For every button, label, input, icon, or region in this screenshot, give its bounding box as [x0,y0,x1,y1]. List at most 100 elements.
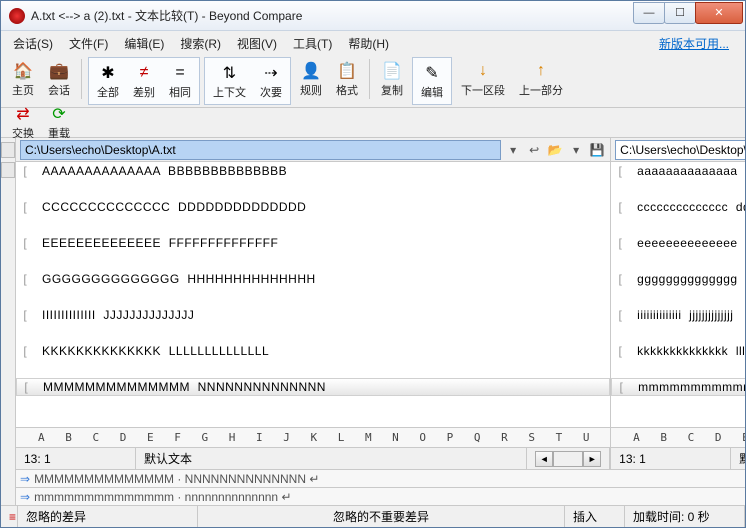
arrow-up-icon: ↑ [531,61,551,81]
left-open-icon[interactable]: 📂 [546,141,564,159]
menu-file[interactable]: 文件(F) [63,32,114,55]
text-line: eeeeeeeeeeeeee ffffffffffffff [629,236,745,250]
menu-view[interactable]: 视图(V) [231,32,283,55]
text-line: AAAAAAAAAAAAAA BBBBBBBBBBBBBB [34,164,287,178]
copy-icon: 📄 [382,61,402,81]
left-ruler: A B C D E F G H I J K L M N O P Q R S T … [16,427,610,447]
right-content[interactable]: [aaaaaaaaaaaaaa bbbbbbbbbbbbbb [cccccccc… [611,162,745,427]
left-mode: 默认文本 [136,448,527,469]
home-button[interactable]: 🏠主页 [5,57,41,101]
window-title: A.txt <--> a (2).txt - 文本比较(T) - Beyond … [31,7,634,24]
swap-button[interactable]: ⇄交换 [5,109,41,137]
text-line: IIIIIIIIIIIIII JJJJJJJJJJJJJJ [34,308,194,322]
menubar: 会话(S) 文件(F) 编辑(E) 搜索(R) 视图(V) 工具(T) 帮助(H… [1,31,745,55]
context-group: ⇅上下文 ⇢次要 [204,57,291,105]
text-line: KKKKKKKKKKKKKK LLLLLLLLLLLLLL [34,344,269,358]
right-ruler: A B C D E F G H I J K L M N O P Q R S T … [611,427,745,447]
status-ignored: 忽略的差异 [18,506,198,527]
equal-icon: = [170,63,190,83]
right-cursor-pos: 13: 1 [611,448,731,469]
text-line: mmmmmmmmmmmmmm nnnnnnnnnnnnnn [630,380,745,394]
arrow-right-icon: ⇒ [20,472,30,486]
left-history-icon[interactable]: ↩ [525,141,543,159]
menu-search[interactable]: 搜索(R) [174,32,227,55]
minor-button[interactable]: ⇢次要 [253,59,289,103]
context-icon: ⇅ [220,63,240,83]
reload-button[interactable]: ⟳重载 [41,109,77,137]
thumbnail-gutter[interactable] [1,138,16,505]
statusbar: ≡ 忽略的差异 忽略的不重要差异 插入 加载时间: 0 秒 [1,505,745,527]
app-window: A.txt <--> a (2).txt - 文本比较(T) - Beyond … [0,0,746,528]
edit-group: ✎编辑 [412,57,452,105]
left-dropdown-icon[interactable]: ▾ [504,141,522,159]
toolbar-secondary: ⇄交换 ⟳重载 [1,108,745,138]
session-button[interactable]: 💼会话 [41,57,77,101]
rules-button[interactable]: 👤规则 [293,57,329,101]
text-line: iiiiiiiiiiiiii jjjjjjjjjjjjjj [629,308,733,322]
same-button[interactable]: =相同 [162,59,198,103]
status-ignored-minor: 忽略的不重要差异 [198,506,565,527]
filter-group: ✱全部 ≠差别 =相同 [88,57,200,105]
format-icon: 📋 [337,61,357,81]
text-line: gggggggggggggg hhhhhhhhhhhhhh [629,272,745,286]
new-version-link[interactable]: 新版本可用... [659,35,739,52]
left-pane: ▾ ↩ 📂 ▾ 💾 [AAAAAAAAAAAAAA BBBBBBBBBBBBBB… [16,138,611,469]
diff-marker-icon: ≡ [1,506,18,527]
prev-section-button[interactable]: ↑上一部分 [512,57,570,101]
text-line: EEEEEEEEEEEEEE FFFFFFFFFFFFFF [34,236,278,250]
toolbar-main: 🏠主页 💼会话 ✱全部 ≠差别 =相同 ⇅上下文 ⇢次要 👤规则 📋格式 📄复制… [1,55,745,108]
main-area: ▾ ↩ 📂 ▾ 💾 [AAAAAAAAAAAAAA BBBBBBBBBBBBBB… [1,138,745,505]
menu-tools[interactable]: 工具(T) [287,32,338,55]
right-mode: 默认文本 [731,448,745,469]
thumbnail-icon [1,142,15,158]
swap-icon: ⇄ [13,104,33,124]
menu-help[interactable]: 帮助(H) [342,32,395,55]
arrow-down-icon: ↓ [473,61,493,81]
home-icon: 🏠 [13,61,33,81]
diff-detail-row-2: ⇒mmmmmmmmmmmmmm · nnnnnnnnnnnnnn ↵ [16,487,745,505]
right-pathbar: ▾ ↩ 📂 ▾ 💾 [611,138,745,162]
left-dropdown2-icon[interactable]: ▾ [567,141,585,159]
text-line: MMMMMMMMMMMMMM NNNNNNNNNNNNNN [35,380,326,394]
left-cursor-pos: 13: 1 [16,448,136,469]
arrow-right-icon: ⇒ [20,490,30,504]
copy-button[interactable]: 📄复制 [374,57,410,101]
right-pane: ▾ ↩ 📂 ▾ 💾 [aaaaaaaaaaaaaa bbbbbbbbbbbbbb… [611,138,745,469]
menu-session[interactable]: 会话(S) [7,32,59,55]
referee-icon: 👤 [301,61,321,81]
right-path-input[interactable] [615,140,745,160]
left-statusrow: 13: 1 默认文本 ◄► [16,447,610,469]
status-insert: 插入 [565,506,625,527]
context-button[interactable]: ⇅上下文 [206,59,253,103]
close-button[interactable]: ✕ [695,2,743,24]
edit-button[interactable]: ✎编辑 [414,59,450,103]
minor-icon: ⇢ [261,63,281,83]
notequal-icon: ≠ [134,63,154,83]
minimize-button[interactable]: ― [633,2,665,24]
titlebar: A.txt <--> a (2).txt - 文本比较(T) - Beyond … [1,1,745,31]
left-content[interactable]: [AAAAAAAAAAAAAA BBBBBBBBBBBBBB [CCCCCCCC… [16,162,610,427]
text-line: aaaaaaaaaaaaaa bbbbbbbbbbbbbb [629,164,745,178]
left-path-input[interactable] [20,140,501,160]
diff-button[interactable]: ≠差别 [126,59,162,103]
format-button[interactable]: 📋格式 [329,57,365,101]
reload-icon: ⟳ [49,104,69,124]
left-save-icon[interactable]: 💾 [588,141,606,159]
left-hscroll[interactable]: ◄► [527,448,610,469]
star-icon: ✱ [98,63,118,83]
left-pathbar: ▾ ↩ 📂 ▾ 💾 [16,138,610,162]
maximize-button[interactable]: ☐ [664,2,696,24]
thumbnail-icon [1,162,15,178]
diff-detail-row-1: ⇒MMMMMMMMMMMMMM · NNNNNNNNNNNNNN ↵ [16,469,745,487]
all-button[interactable]: ✱全部 [90,59,126,103]
pencil-icon: ✎ [422,63,442,83]
menu-edit[interactable]: 编辑(E) [118,32,170,55]
status-loadtime: 加载时间: 0 秒 [625,506,745,527]
text-line: kkkkkkkkkkkkkk llllllllllllll [629,344,745,358]
next-section-button[interactable]: ↓下一区段 [454,57,512,101]
app-icon [9,8,25,24]
text-line: GGGGGGGGGGGGGG HHHHHHHHHHHHHH [34,272,316,286]
right-statusrow: 13: 1 默认文本 ◄► [611,447,745,469]
text-line: CCCCCCCCCCCCCC DDDDDDDDDDDDDD [34,200,306,214]
text-line: cccccccccccccc dddddddddddddd [629,200,745,214]
